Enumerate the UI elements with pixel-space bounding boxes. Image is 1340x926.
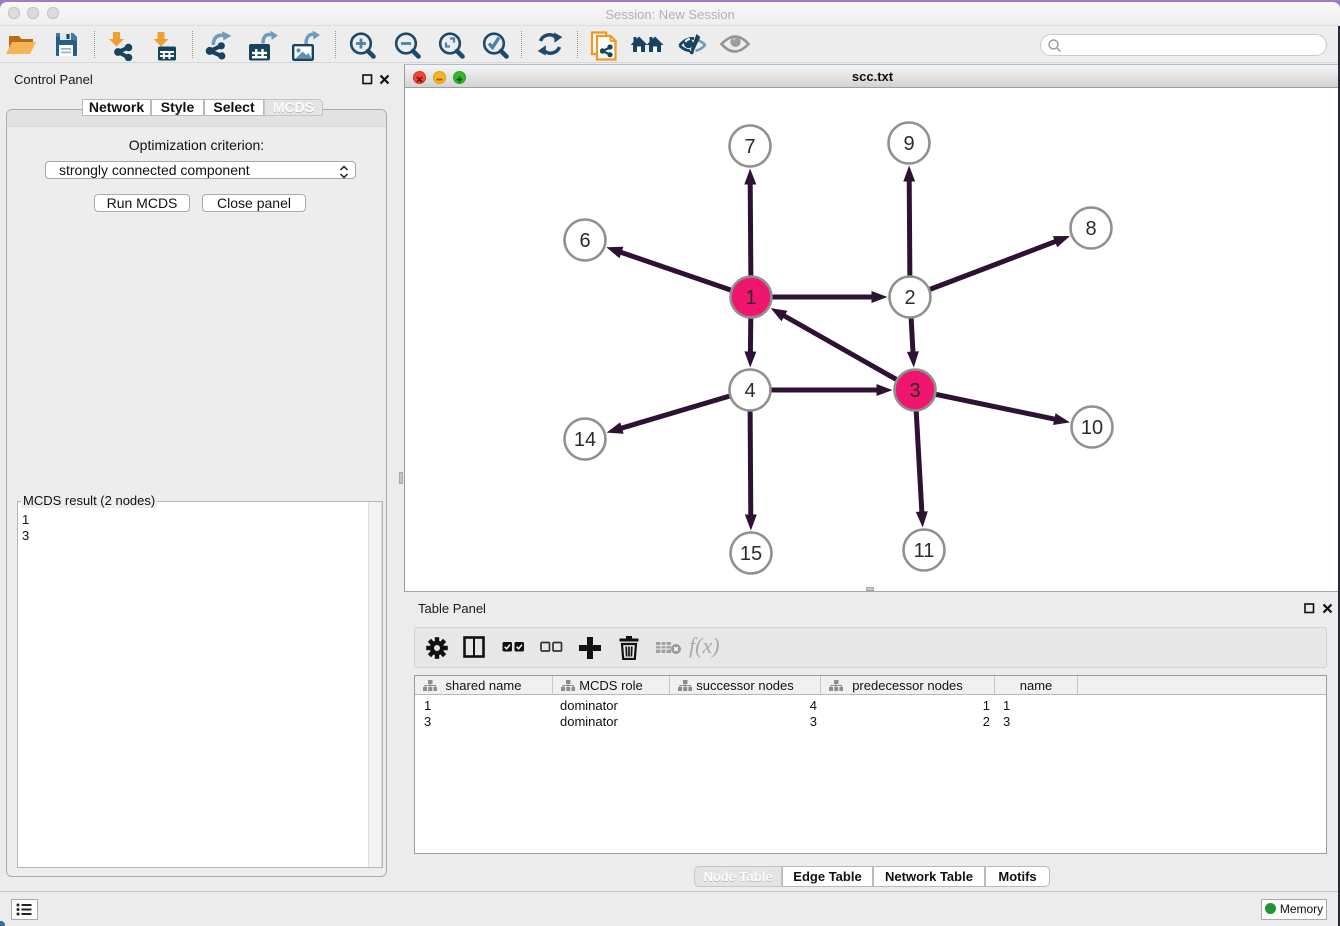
svg-text:8: 8 [1085,218,1096,240]
svg-text:9: 9 [903,133,914,155]
svg-text:4: 4 [744,380,755,402]
svg-text:15: 15 [740,543,762,565]
svg-text:7: 7 [744,136,755,158]
svg-text:3: 3 [909,380,920,402]
svg-text:2: 2 [904,287,915,309]
svg-text:14: 14 [574,429,596,451]
svg-text:11: 11 [914,540,935,562]
svg-text:10: 10 [1081,417,1103,439]
svg-text:1: 1 [745,287,756,309]
svg-text:6: 6 [579,230,590,252]
